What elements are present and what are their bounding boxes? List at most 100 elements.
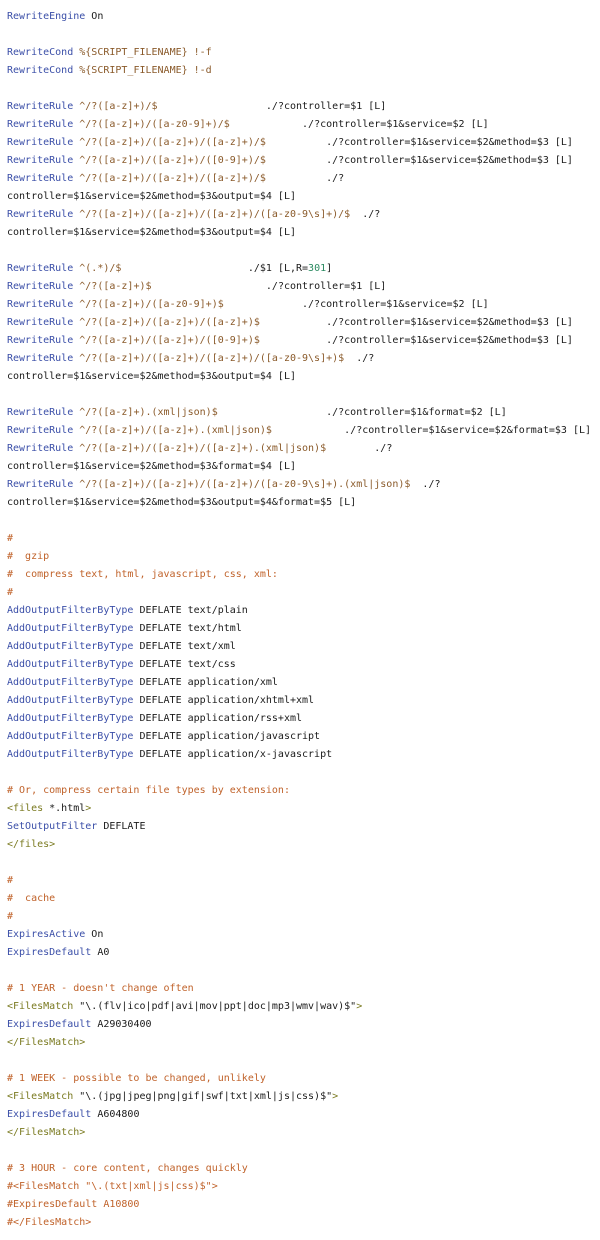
directive-token: RewriteRule [7,353,74,364]
code-line: RewriteRule ^/?([a-z]+)/([a-z]+)/([a-z]+… [7,206,597,224]
text-token: ./$1 [L,R= [121,263,309,274]
code-line: #<FilesMatch "\.(txt|xml|js|css)$"> [7,1178,597,1196]
code-listing: RewriteEngine On RewriteCond %{SCRIPT_FIL… [7,8,597,1232]
code-line: # gzip [7,548,597,566]
code-line: ExpiresDefault A29030400 [7,1016,597,1034]
code-line: AddOutputFilterByType DEFLATE applicatio… [7,728,597,746]
code-line: RewriteRule ^/?([a-z]+)/([a-z0-9]+)/$ ./… [7,116,597,134]
pattern-token: ^/?([a-z]+)$ [73,281,152,292]
directive-token: AddOutputFilterByType [7,695,134,706]
text-token: DEFLATE text/html [133,623,242,634]
text-token: DEFLATE text/xml [133,641,236,652]
directive-token: RewriteRule [7,263,74,274]
code-line: RewriteCond %{SCRIPT_FILENAME} !-d [7,62,597,80]
text-token: ./?controller=$1&service=$2&method=$3 [L… [259,317,573,328]
directive-token: ExpiresDefault [7,1019,92,1030]
text-token: DEFLATE application/javascript [133,731,321,742]
text-token: ./?controller=$1&service=$2 [L] [229,119,489,130]
directive-token: ExpiresActive [7,929,86,940]
code-line: # [7,584,597,602]
text-token: ./? [344,353,375,364]
code-line: RewriteRule ^/?([a-z]+)/([a-z0-9]+)$ ./?… [7,296,597,314]
code-line: ExpiresDefault A0 [7,944,597,962]
text-token: A29030400 [91,1019,152,1030]
text-token: ./?controller=$1&service=$2&method=$3 [L… [259,335,573,346]
comment-token: # [7,587,14,598]
code-line: #ExpiresDefault A10800 [7,1196,597,1214]
directive-token: AddOutputFilterByType [7,677,134,688]
code-line: # [7,872,597,890]
directive-token: ExpiresDefault [7,947,92,958]
directive-token: RewriteRule [7,425,74,436]
text-token: controller=$1&service=$2&method=$3&outpu… [7,191,296,202]
comment-token: # 3 HOUR - core content, changes quickly [7,1163,248,1174]
directive-token: RewriteRule [7,101,74,112]
text-token: ./?controller=$1&service=$2&format=$3 [L… [271,425,592,436]
tag-token: <FilesMatch [7,1091,74,1102]
code-line: <files *.html> [7,800,597,818]
code-line: RewriteRule ^(.*)/$ ./$1 [L,R=301] [7,260,597,278]
text-token: controller=$1&service=$2&method=$3&outpu… [7,371,296,382]
pattern-token: ^/?([a-z]+)/([a-z]+)/([a-z]+)/([a-z0-9\s… [73,479,411,490]
text-token: On [85,929,104,940]
text-token: controller=$1&service=$2&method=$3&outpu… [7,497,357,508]
code-line: RewriteRule ^/?([a-z]+)/([a-z]+)/([0-9]+… [7,152,597,170]
code-line: # [7,908,597,926]
code-line: RewriteEngine On [7,8,597,26]
directive-token: RewriteCond [7,47,74,58]
text-token: A0 [91,947,110,958]
code-line: RewriteRule ^/?([a-z]+)/([a-z]+)/([a-z]+… [7,440,597,458]
comment-token: # 1 YEAR - doesn't change often [7,983,194,994]
comment-token: #<FilesMatch "\.(txt|xml|js|css)$"> [7,1181,218,1192]
code-line: </files> [7,836,597,854]
tag-token: > [85,803,92,814]
pattern-token: ^/?([a-z]+)/([a-z]+)/([a-z]+)/$ [73,137,266,148]
code-line: controller=$1&service=$2&method=$3&outpu… [7,188,597,206]
directive-token: AddOutputFilterByType [7,623,134,634]
code-line: # compress text, html, javascript, css, … [7,566,597,584]
code-line: controller=$1&service=$2&method=$3&outpu… [7,494,597,512]
comment-token: # gzip [7,551,50,562]
text-token: ./?controller=$1 [L] [151,281,387,292]
directive-token: AddOutputFilterByType [7,749,134,760]
code-line: RewriteRule ^/?([a-z]+)/([a-z]+)/([a-z]+… [7,350,597,368]
tag-token: > [332,1091,339,1102]
text-token: *.html [43,803,86,814]
text-token: ./? [350,209,381,220]
code-line: controller=$1&service=$2&method=$3&outpu… [7,368,597,386]
pattern-token: ^/?([a-z]+)/([a-z0-9]+)/$ [73,119,230,130]
text-token: DEFLATE application/xml [133,677,278,688]
code-line: </FilesMatch> [7,1034,597,1052]
code-line: RewriteRule ^/?([a-z]+).(xml|json)$ ./?c… [7,404,597,422]
directive-token: RewriteRule [7,155,74,166]
directive-token: RewriteEngine [7,11,86,22]
directive-token: RewriteCond [7,65,74,76]
text-token: controller=$1&service=$2&method=$3&forma… [7,461,296,472]
text-token: ./? [265,173,345,184]
comment-token: #ExpiresDefault A10800 [7,1199,140,1210]
pattern-token: ^/?([a-z]+)/([a-z]+)/([0-9]+)$ [73,335,260,346]
text-token: On [85,11,104,22]
comment-token: # cache [7,893,56,904]
pattern-token: ^/?([a-z]+)/([a-z]+)/([a-z]+)/([a-z0-9\s… [73,209,351,220]
code-line: RewriteRule ^/?([a-z]+)/$ ./?controller=… [7,98,597,116]
code-line: RewriteRule ^/?([a-z]+)/([a-z]+)/([a-z]+… [7,476,597,494]
pattern-token: ^/?([a-z]+)/([a-z]+)/([a-z]+).(xml|json)… [73,443,327,454]
text-token: ./? [410,479,441,490]
text-token: ] [326,263,333,274]
pattern-token: ^/?([a-z]+)/([a-z]+)/([a-z]+)/$ [73,173,266,184]
code-line: # 3 HOUR - core content, changes quickly [7,1160,597,1178]
code-line: RewriteRule ^/?([a-z]+)/([a-z]+)/([a-z]+… [7,134,597,152]
code-line: AddOutputFilterByType DEFLATE text/plain [7,602,597,620]
code-line: RewriteRule ^/?([a-z]+)/([a-z]+)/([0-9]+… [7,332,597,350]
code-line: # Or, compress certain file types by ext… [7,782,597,800]
code-line: AddOutputFilterByType DEFLATE text/xml [7,638,597,656]
tag-token: <FilesMatch [7,1001,74,1012]
pattern-token: ^/?([a-z]+)/([a-z]+)/([a-z]+)/([a-z0-9\s… [73,353,345,364]
tag-token: > [356,1001,363,1012]
directive-token: RewriteRule [7,317,74,328]
pattern-token: ^/?([a-z]+).(xml|json)$ [73,407,218,418]
